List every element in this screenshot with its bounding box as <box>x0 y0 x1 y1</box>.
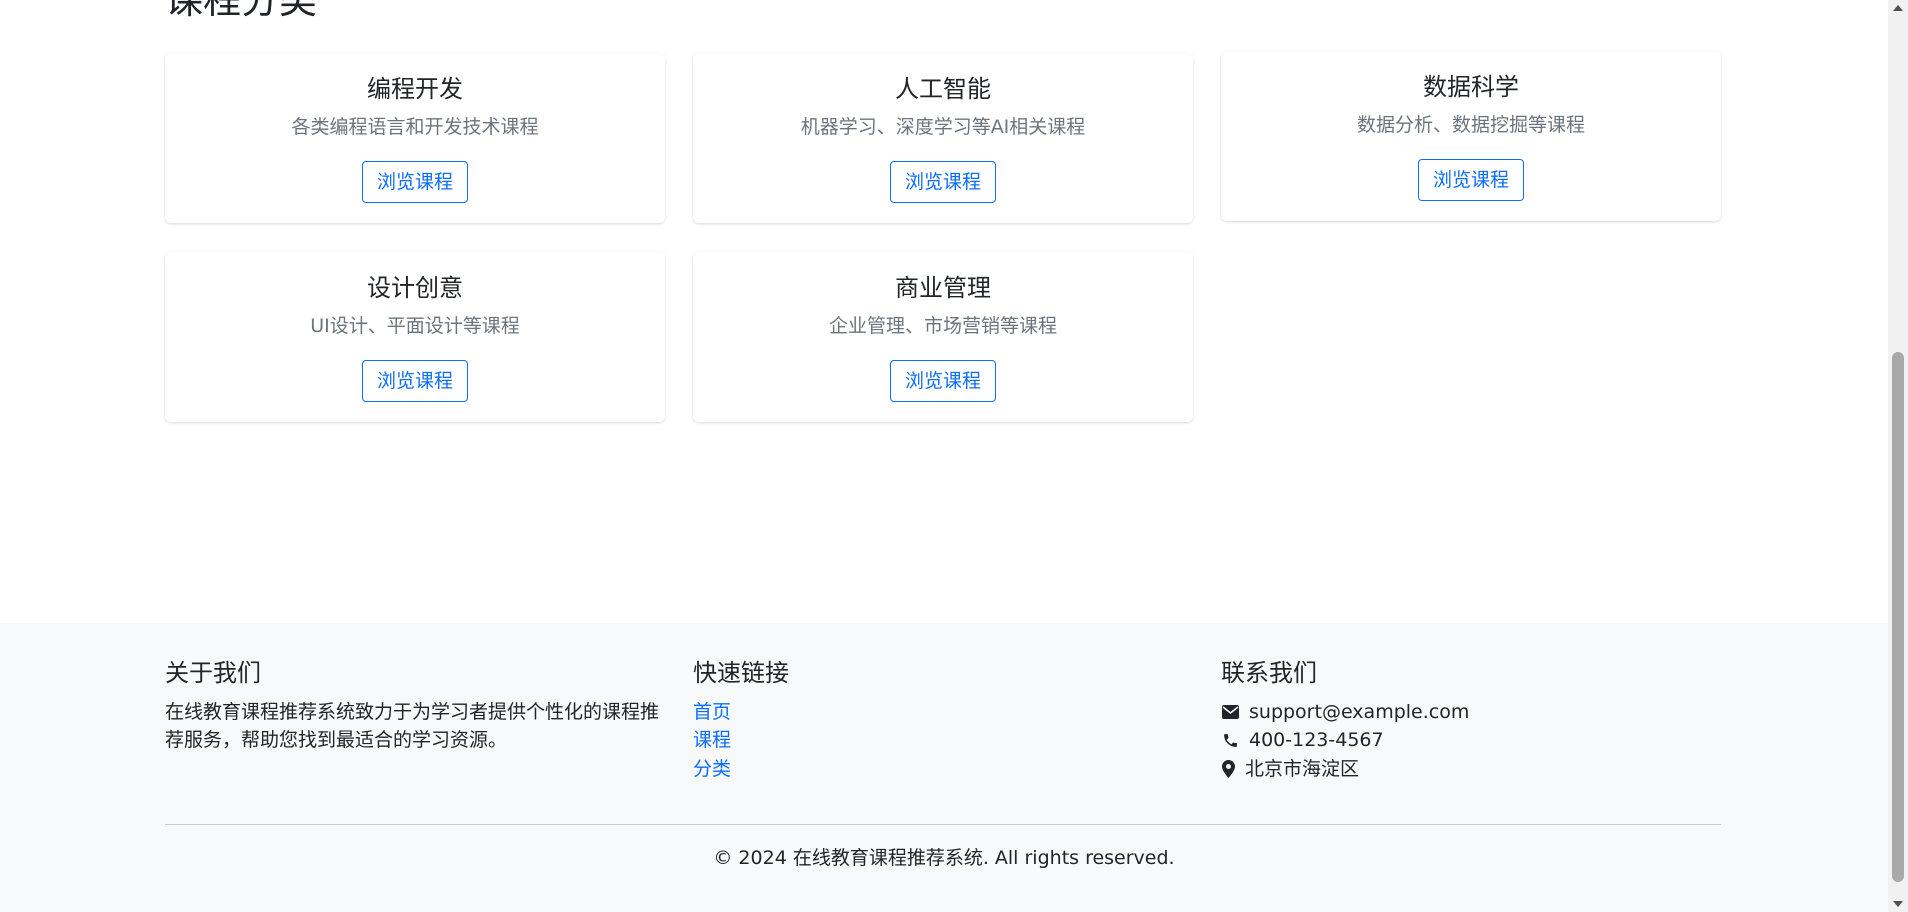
browse-courses-button[interactable]: 浏览课程 <box>889 359 996 403</box>
category-card: 商业管理 企业管理、市场营销等课程 浏览课程 <box>693 252 1193 422</box>
footer-divider <box>165 824 1721 825</box>
contact-email: support@example.com <box>1221 698 1469 727</box>
footer-about-title: 关于我们 <box>165 659 261 687</box>
category-title: 数据科学 <box>1423 73 1519 101</box>
browse-courses-button[interactable]: 浏览课程 <box>889 160 996 204</box>
footer-about-text: 在线教育课程推荐系统致力于为学习者提供个性化的课程推荐服务，帮助您找到最适合的学… <box>165 700 660 752</box>
category-description: 机器学习、深度学习等AI相关课程 <box>800 115 1086 138</box>
page: 课程分类 编程开发 各类编程语言和开发技术课程 浏览课程 人工智能 机器学习、深… <box>0 0 1908 912</box>
footer-link-courses[interactable]: 课程 <box>693 726 789 755</box>
category-title: 设计创意 <box>367 274 463 302</box>
footer-copyright: © 2024 在线教育课程推荐系统. All rights reserved. <box>713 847 1175 869</box>
browse-courses-button[interactable]: 浏览课程 <box>1417 158 1524 202</box>
contact-address: 北京市海淀区 <box>1221 755 1469 784</box>
footer-contact: 联系我们 support@example.com 400-123-4567 北京… <box>1221 659 1469 783</box>
footer-contact-title: 联系我们 <box>1221 659 1317 687</box>
footer-link-home[interactable]: 首页 <box>693 698 789 727</box>
scroll-down-arrow-icon[interactable] <box>1888 896 1908 912</box>
category-title: 人工智能 <box>895 75 991 103</box>
scrollbar-thumb[interactable] <box>1892 352 1904 882</box>
category-description: UI设计、平面设计等课程 <box>310 314 520 337</box>
scroll-up-arrow-icon[interactable] <box>1888 0 1908 16</box>
browse-courses-button[interactable]: 浏览课程 <box>361 160 468 204</box>
contact-email-text: support@example.com <box>1249 700 1470 723</box>
category-description: 企业管理、市场营销等课程 <box>828 314 1057 337</box>
section-title: 课程分类 <box>165 0 318 22</box>
category-card: 人工智能 机器学习、深度学习等AI相关课程 浏览课程 <box>693 53 1193 223</box>
category-description: 数据分析、数据挖掘等课程 <box>1356 113 1585 136</box>
vertical-scrollbar[interactable] <box>1888 0 1908 912</box>
category-card: 设计创意 UI设计、平面设计等课程 浏览课程 <box>165 252 665 422</box>
contact-phone: 400-123-4567 <box>1221 726 1469 755</box>
category-description: 各类编程语言和开发技术课程 <box>291 115 539 138</box>
contact-address-text: 北京市海淀区 <box>1245 757 1360 780</box>
footer-links-title: 快速链接 <box>693 659 789 687</box>
footer: 关于我们 在线教育课程推荐系统致力于为学习者提供个性化的课程推荐服务，帮助您找到… <box>0 623 1888 912</box>
footer-about: 关于我们 在线教育课程推荐系统致力于为学习者提供个性化的课程推荐服务，帮助您找到… <box>165 659 670 755</box>
category-card: 数据科学 数据分析、数据挖掘等课程 浏览课程 <box>1221 51 1721 221</box>
category-title: 商业管理 <box>895 274 991 302</box>
category-card: 编程开发 各类编程语言和开发技术课程 浏览课程 <box>165 53 665 223</box>
footer-quick-links: 快速链接 首页 课程 分类 <box>693 659 789 783</box>
envelope-icon <box>1221 703 1239 721</box>
contact-phone-text: 400-123-4567 <box>1249 729 1384 752</box>
browse-courses-button[interactable]: 浏览课程 <box>361 359 468 403</box>
category-title: 编程开发 <box>367 75 463 103</box>
footer-link-categories[interactable]: 分类 <box>693 755 789 784</box>
phone-icon <box>1221 732 1239 750</box>
map-marker-icon <box>1221 760 1235 779</box>
